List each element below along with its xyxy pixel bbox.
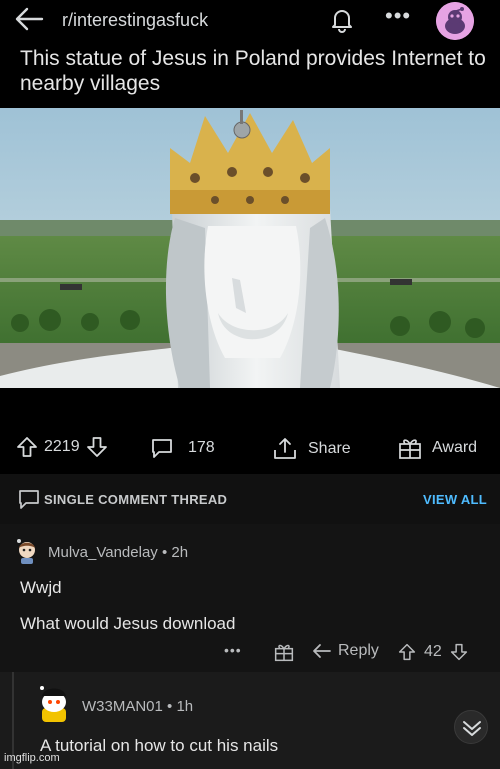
more-options-icon[interactable]: ••• [385,5,411,27]
award-label: Award [432,439,478,456]
comment-icon [19,490,39,509]
comment-text: A tutorial on how to cut his nails [40,736,279,755]
subreddit-name[interactable]: r/interestingasfuck [62,10,208,31]
gift-icon[interactable] [274,642,294,662]
post-actions: 2219 178 Share Award [0,430,500,466]
user-avatar[interactable] [36,682,72,722]
comment-count: 178 [188,439,215,456]
thread-label: SINGLE COMMENT THREAD [44,492,228,507]
reply-icon [313,644,331,658]
comment-text: Wwjd [20,578,62,597]
upvote-icon[interactable] [398,642,416,662]
comment-vote-count: 42 [424,643,442,660]
more-options-icon[interactable]: ••• [224,642,242,658]
downvote-icon[interactable] [450,642,468,662]
view-all-link[interactable]: VIEW ALL [423,492,487,507]
scroll-down-button[interactable] [454,710,488,744]
reply-button[interactable]: Reply [312,642,379,660]
comment-text: What would Jesus download [20,614,236,633]
user-avatar[interactable] [436,2,474,40]
comment-icon [152,439,172,458]
post-title[interactable]: This statue of Jesus in Poland provides … [20,46,490,96]
post-image[interactable] [0,108,500,388]
username[interactable]: W33MAN01 [82,698,163,715]
comment-time: • 1h [167,698,194,715]
comment-author[interactable]: Mulva_Vandelay • 2h [48,544,188,561]
share-button[interactable]: Share [272,436,351,462]
comment-actions: ••• Reply 42 [0,640,500,670]
upvote-icon[interactable] [16,436,38,458]
upvote-count: 2219 [44,438,80,455]
downvote-icon[interactable] [86,436,108,458]
single-comment-thread-bar: SINGLE COMMENT THREAD VIEW ALL [0,474,500,524]
comment-author[interactable]: W33MAN01 • 1h [82,698,193,715]
back-arrow-icon[interactable] [12,4,46,34]
user-avatar[interactable] [14,538,40,564]
top-bar: r/interestingasfuck ••• [0,0,500,44]
username[interactable]: Mulva_Vandelay [48,544,158,561]
comment-vote-group: 42 [398,642,468,662]
comment: Mulva_Vandelay • 2h Wwjd What would Jesu… [0,524,500,672]
comment-time: • 2h [161,544,189,561]
award-button[interactable]: Award [398,436,477,460]
watermark: imgflip.com [4,752,60,764]
reply-label: Reply [338,642,379,659]
gift-icon [399,439,421,459]
vote-group: 2219 [16,436,108,458]
share-label: Share [308,440,351,457]
share-icon [274,438,296,459]
bell-icon[interactable] [328,6,356,34]
chevron-down-icon [463,721,481,736]
comments-button[interactable]: 178 [150,436,215,460]
reply-comment: W33MAN01 • 1h A tutorial on how to cut h… [0,672,500,769]
